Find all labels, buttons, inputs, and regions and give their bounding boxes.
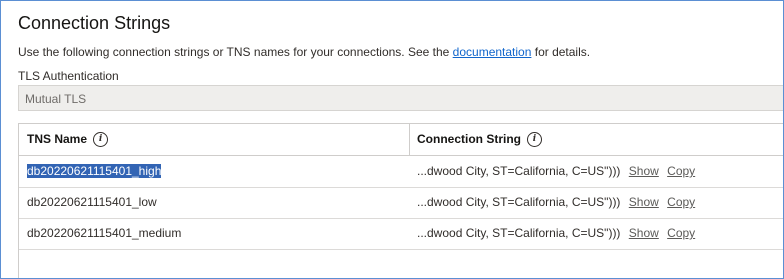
tns-name-cell: db20220621115401_high [27, 156, 162, 187]
description-suffix: for details. [531, 45, 591, 59]
tns-name-cell: db20220621115401_medium [27, 226, 182, 240]
copy-link[interactable]: Copy [667, 164, 695, 178]
show-link[interactable]: Show [629, 164, 659, 178]
tls-authentication-label: TLS Authentication [18, 69, 119, 83]
tls-authentication-select[interactable]: Mutual TLS [18, 85, 783, 111]
description-text: Use the following connection strings or … [18, 45, 453, 59]
info-icon[interactable]: i [93, 132, 109, 147]
info-icon[interactable]: i [527, 132, 542, 147]
column-header-label: Connection String [417, 132, 521, 146]
show-link[interactable]: Show [629, 195, 659, 209]
table-row: db20220621115401_high ...dwood City, ST=… [19, 156, 783, 188]
page-title: Connection Strings [18, 13, 171, 33]
copy-link[interactable]: Copy [667, 226, 695, 240]
connection-string-cell: ...dwood City, ST=California, C=US"))) S… [417, 187, 695, 218]
description: Use the following connection strings or … [18, 45, 590, 59]
connection-string-value: ...dwood City, ST=California, C=US"))) [417, 226, 621, 240]
show-link[interactable]: Show [629, 226, 659, 240]
table-header: TNS Name i Connection String i [19, 124, 783, 156]
connection-string-value: ...dwood City, ST=California, C=US"))) [417, 195, 621, 209]
tns-name-selected-text[interactable]: db20220621115401_high [27, 164, 162, 178]
tns-name-cell: db20220621115401_low [27, 195, 157, 209]
connection-strings-table: TNS Name i Connection String i db2022062… [18, 123, 783, 278]
table-row: db20220621115401_low ...dwood City, ST=C… [19, 187, 783, 219]
connection-string-value: ...dwood City, ST=California, C=US"))) [417, 164, 621, 178]
connection-string-cell: ...dwood City, ST=California, C=US"))) S… [417, 156, 695, 187]
connection-strings-panel: Connection Strings Use the following con… [0, 0, 784, 279]
column-divider [409, 124, 410, 155]
connection-string-cell: ...dwood City, ST=California, C=US"))) S… [417, 218, 695, 249]
column-header-label: TNS Name [27, 132, 88, 146]
column-header-tns-name: TNS Name i [27, 124, 109, 155]
documentation-link[interactable]: documentation [453, 45, 532, 59]
copy-link[interactable]: Copy [667, 195, 695, 209]
column-header-connection-string: Connection String i [417, 124, 542, 155]
table-row: db20220621115401_medium ...dwood City, S… [19, 218, 783, 250]
